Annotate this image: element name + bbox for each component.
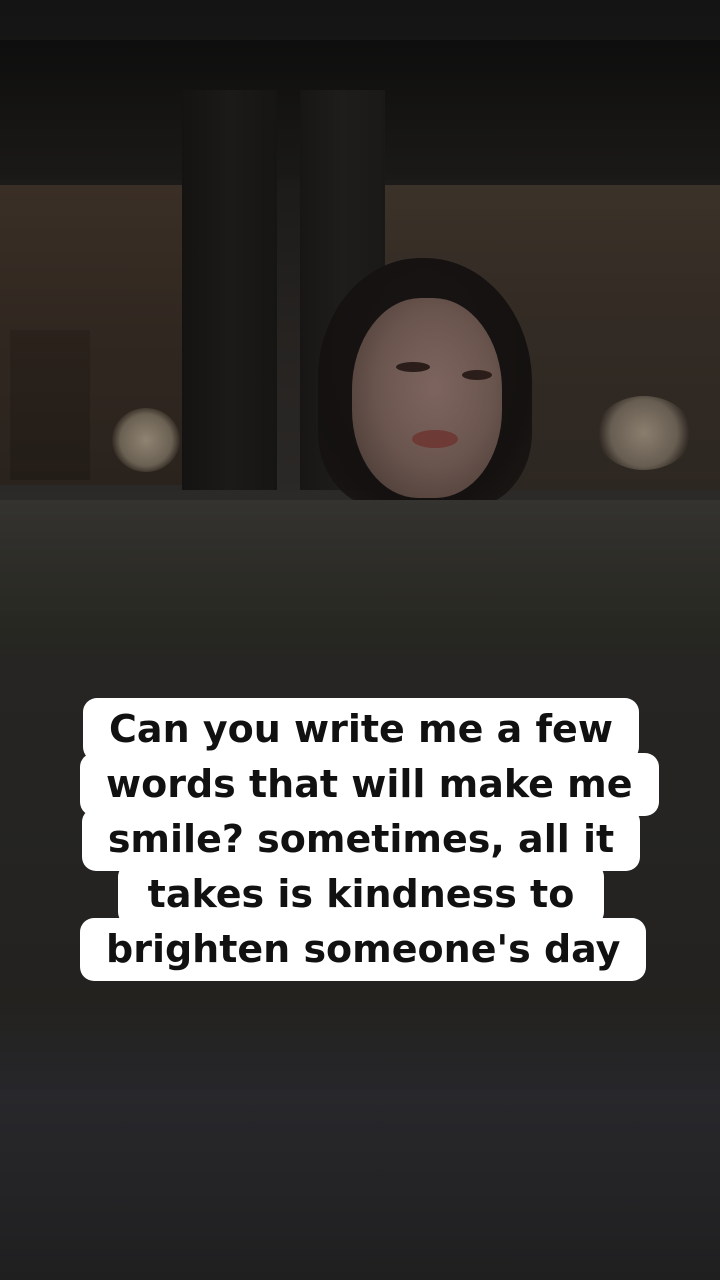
window-pillar <box>182 90 277 490</box>
caption-line: smile? sometimes, all it <box>81 808 641 871</box>
counter-band <box>0 500 720 650</box>
person-eye <box>396 362 430 372</box>
person-eye <box>462 370 492 380</box>
person-lips <box>412 430 458 448</box>
shelf <box>10 330 90 480</box>
caption-line: Can you write me a few <box>83 698 639 761</box>
caption-line: takes is kindness to <box>117 863 605 926</box>
person-face <box>352 298 502 498</box>
floor-band <box>0 1090 720 1280</box>
lamp-glow <box>596 396 692 470</box>
lamp-glow <box>112 408 180 472</box>
caption-line: words that will make me <box>80 753 659 816</box>
caption-overlay: Can you write me a few words that will m… <box>80 698 659 981</box>
video-frame: Can you write me a few words that will m… <box>0 0 720 1280</box>
caption-line: brighten someone's day <box>80 918 647 981</box>
